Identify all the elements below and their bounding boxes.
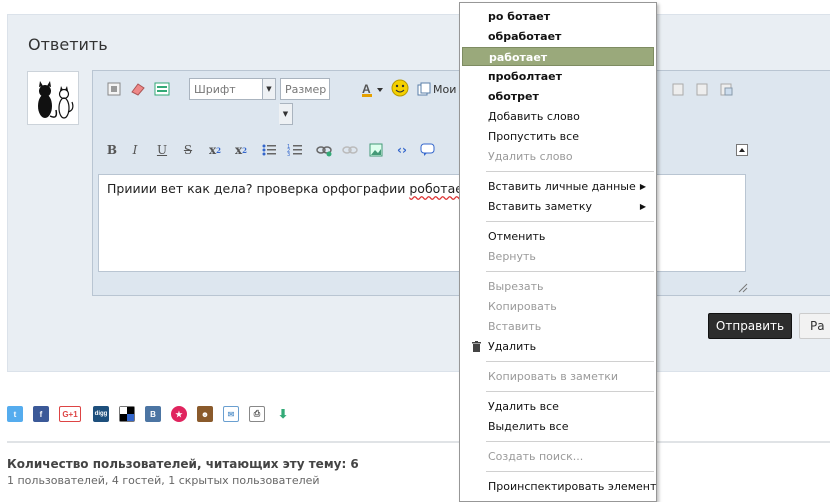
menu-separator [486, 171, 654, 172]
menu-separator [486, 471, 654, 472]
bold-icon[interactable]: B [103, 141, 121, 159]
menu-separator [486, 441, 654, 442]
font-select[interactable]: Шрифт ▼ [189, 78, 276, 100]
italic-icon[interactable]: I [126, 141, 144, 159]
subscript-icon[interactable]: x2 [206, 141, 224, 159]
odnoklassniki-icon[interactable]: ☻ [197, 406, 213, 422]
delete-label: Удалить [488, 340, 537, 353]
insert-note-label: Вставить заметку [488, 200, 592, 213]
add-word-item[interactable]: Добавить слово [462, 107, 654, 126]
message-text: Прииии вет как дела? проверка орфографии [107, 181, 410, 196]
send-button[interactable]: Отправить [708, 313, 792, 339]
vkontakte-icon[interactable]: B [145, 406, 161, 422]
code-icon[interactable]: ‹› [393, 141, 411, 159]
my-content-button[interactable]: Мои [417, 80, 457, 98]
redo-item: Вернуть [488, 250, 536, 263]
divider [7, 441, 830, 443]
paste-word-icon[interactable] [717, 80, 735, 98]
link-icon[interactable] [315, 141, 333, 159]
toolbar-dropdown[interactable]: ▼ [279, 103, 293, 125]
trash-icon [472, 341, 481, 352]
delete-word-item: Удалить слово [488, 150, 573, 163]
size-select-label: Размер [285, 83, 327, 96]
image-icon[interactable] [367, 141, 385, 159]
menu-separator [486, 391, 654, 392]
suggestion-item[interactable]: проболтает [462, 67, 654, 86]
smiley-icon[interactable] [391, 79, 409, 97]
reply-panel: Ответить Шрифт ▼ Размер A Мои ▼ B I U S … [7, 14, 830, 372]
insert-personal-data-item[interactable]: Вставить личные данные ▶ [462, 177, 654, 196]
svg-text:A: A [362, 82, 371, 96]
select-all-item[interactable]: Выделить все [462, 417, 654, 436]
submenu-arrow-icon: ▶ [639, 202, 646, 211]
suggestion-item[interactable]: ро ботает [462, 7, 654, 26]
size-select[interactable]: Размер [280, 78, 330, 100]
insert-note-item[interactable]: Вставить заметку ▶ [462, 197, 654, 216]
facebook-icon[interactable]: f [33, 406, 49, 422]
delicious-icon[interactable] [119, 406, 135, 422]
superscript-icon[interactable]: x2 [232, 141, 250, 159]
numbered-list-icon[interactable]: 123 [286, 141, 304, 159]
eraser-icon[interactable] [129, 80, 147, 98]
menu-separator [486, 361, 654, 362]
underline-icon[interactable]: U [153, 141, 171, 159]
paste-item: Вставить [488, 320, 542, 333]
myworld-icon[interactable]: ★ [171, 406, 187, 422]
my-content-label: Мои [433, 82, 457, 96]
download-icon[interactable]: ⬇ [275, 406, 291, 422]
menu-separator [486, 271, 654, 272]
undo-item[interactable]: Отменить [462, 227, 654, 246]
delete-item[interactable]: Удалить [462, 337, 654, 356]
users-heading: Количество пользователей, читающих эту т… [7, 457, 359, 471]
bullet-list-icon[interactable] [260, 141, 278, 159]
suggestion-item-highlighted[interactable]: работает [462, 47, 654, 66]
digg-icon[interactable]: digg [93, 406, 109, 422]
strikethrough-icon[interactable]: S [179, 141, 197, 159]
documents-icon [417, 82, 431, 96]
font-select-label: Шрифт [194, 83, 236, 96]
menu-separator [486, 221, 654, 222]
print-icon[interactable]: ⎙ [249, 406, 265, 422]
chevron-down-icon: ▼ [279, 104, 292, 124]
create-search-item: Создать поиск... [488, 450, 584, 463]
source-icon[interactable] [105, 80, 123, 98]
spellcheck-context-menu: ро ботает обработает работает проболтает… [459, 2, 657, 502]
reply-title: Ответить [28, 35, 108, 54]
delete-all-item[interactable]: Удалить все [462, 397, 654, 416]
twitter-icon[interactable]: t [7, 406, 23, 422]
gplus-icon[interactable]: G+1 [59, 406, 81, 422]
svg-text:3: 3 [287, 152, 290, 157]
copy-to-notes-item: Копировать в заметки [488, 370, 619, 383]
submenu-arrow-icon: ▶ [639, 182, 646, 191]
cat-avatar-icon [38, 81, 74, 119]
suggestion-item[interactable]: оботрет [462, 87, 654, 106]
inspect-element-item[interactable]: Проинспектировать элемент [462, 477, 656, 496]
suggestion-item[interactable]: обработает [462, 27, 654, 46]
template-icon[interactable] [153, 80, 171, 98]
text-color-icon[interactable]: A [361, 80, 385, 98]
collapse-toolbar-icon[interactable] [733, 141, 751, 159]
paste-text-icon[interactable] [693, 80, 711, 98]
cut-item: Вырезать [488, 280, 544, 293]
chevron-down-icon: ▼ [262, 79, 275, 99]
insert-personal-data-label: Вставить личные данные [488, 180, 636, 193]
avatar [27, 71, 79, 125]
resize-handle-icon[interactable] [733, 278, 751, 296]
email-icon[interactable]: ✉ [223, 406, 239, 422]
users-subtitle: 1 пользователей, 4 гостей, 1 скрытых пол… [7, 474, 320, 487]
unlink-icon[interactable] [341, 141, 359, 159]
paste-icon[interactable] [669, 80, 687, 98]
quote-icon[interactable] [419, 141, 437, 159]
copy-item: Копировать [488, 300, 557, 313]
skip-all-item[interactable]: Пропустить все [462, 127, 654, 146]
advanced-button[interactable]: Ра [799, 313, 830, 339]
